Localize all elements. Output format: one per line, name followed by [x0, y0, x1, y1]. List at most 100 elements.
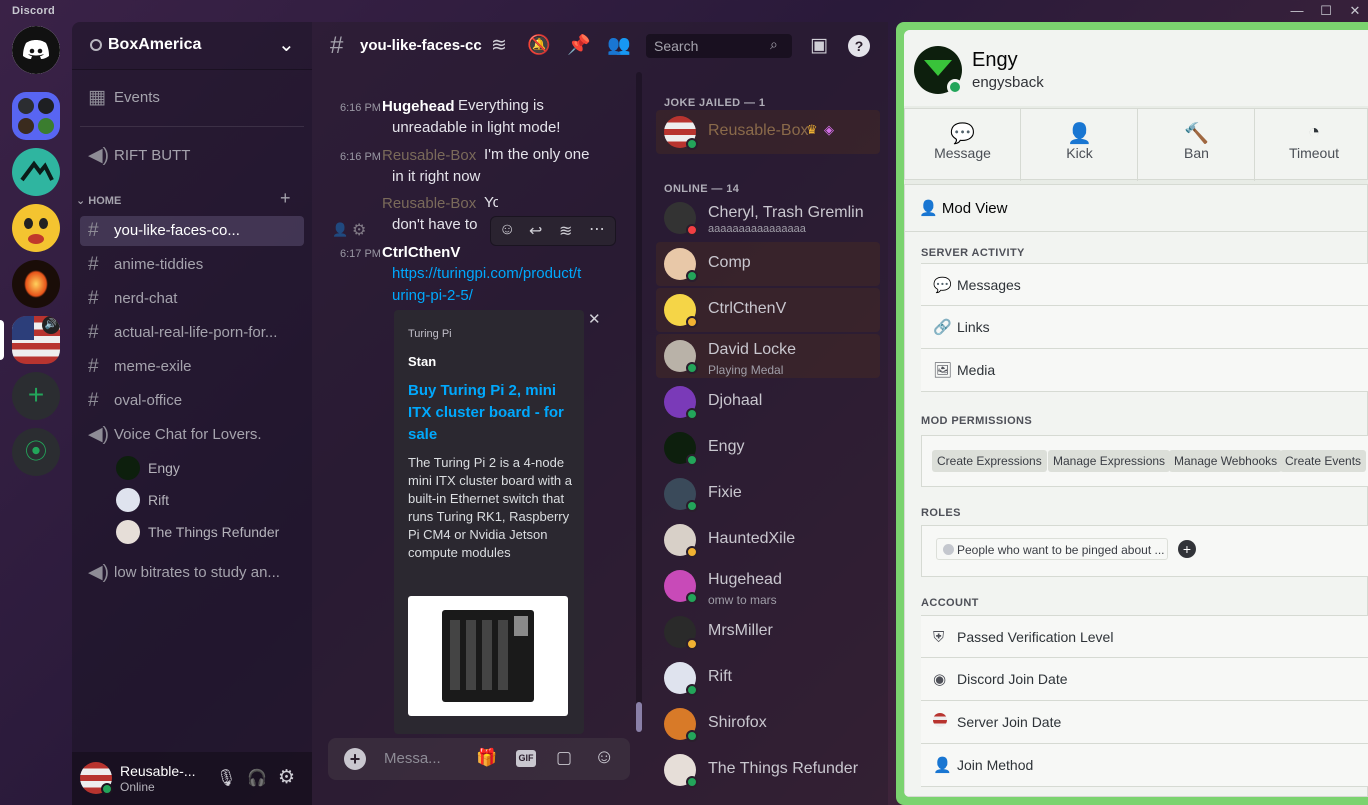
member-comp[interactable]: Comp	[656, 242, 880, 286]
channel-oval-office[interactable]: # oval-office	[80, 386, 304, 416]
member-fixie[interactable]: Fixie	[656, 472, 880, 516]
thread-icon[interactable]: ≋	[559, 221, 572, 241]
microphone-icon[interactable]: 🎙	[216, 768, 236, 788]
gift-icon[interactable]: 🎁	[476, 748, 497, 768]
section-title: SERVER ACTIVITY	[921, 247, 1025, 259]
avatar	[116, 520, 140, 544]
message-button[interactable]: 💬 Message	[905, 109, 1021, 181]
embed-provider[interactable]: Turing Pi	[408, 328, 452, 340]
member-rift[interactable]: Rift	[656, 656, 880, 700]
more-icon[interactable]: ⋯	[589, 219, 605, 239]
sticker-icon[interactable]: ▢	[556, 748, 572, 768]
channel-anime[interactable]: # anime-tiddies	[80, 250, 304, 280]
message-link[interactable]: https://turingpi.com/product/turing-pi-2…	[392, 263, 582, 307]
mod-view-card: 👤 Mod View SERVER ACTIVITY 💬 Messages 🔗 Li…	[904, 184, 1368, 797]
close-icon[interactable]: ✕	[588, 310, 601, 328]
category-home[interactable]: ⌄ HOME	[76, 194, 121, 207]
message-composer[interactable]: + Messa... 🎁 GIF ▢ ☺	[328, 738, 630, 780]
scrollbar-track[interactable]	[636, 72, 642, 732]
channel-you-like-faces[interactable]: # you-like-faces-co...	[80, 216, 304, 246]
server-face-icon[interactable]	[12, 204, 60, 252]
member-hauntedxile[interactable]: HauntedXile	[656, 518, 880, 562]
composer-input[interactable]: Messa...	[384, 750, 441, 767]
gear-icon[interactable]: ⚙	[278, 766, 295, 789]
emoji-icon[interactable]: ☺	[594, 746, 614, 769]
member-mrsmiller[interactable]: MrsMiller	[656, 610, 880, 654]
embed-image[interactable]	[408, 596, 568, 716]
voice-channel-lovers[interactable]: ◀) Voice Chat for Lovers.	[80, 420, 304, 450]
ban-button[interactable]: 🔨 Ban	[1139, 109, 1255, 181]
add-attachment-icon[interactable]: +	[344, 748, 366, 770]
close-window-button[interactable]: ✕	[1340, 2, 1368, 20]
channel-rift-butt[interactable]: ◀) RIFT BUTT	[80, 141, 304, 171]
role-color-dot	[943, 544, 954, 555]
chevron-down-icon[interactable]: ⌄	[278, 32, 295, 57]
headphones-icon[interactable]: 🎧	[247, 768, 267, 788]
message-author[interactable]: CtrlCthenV	[382, 244, 460, 261]
emoji-icon[interactable]: ☺	[499, 221, 515, 239]
maximize-button[interactable]: ☐	[1311, 2, 1341, 20]
server-folder-icon[interactable]	[12, 92, 60, 140]
idle-status-icon	[686, 546, 698, 558]
help-icon[interactable]: ?	[848, 35, 870, 57]
kick-button[interactable]: 👤 Kick	[1022, 109, 1138, 181]
embed-author[interactable]: Stan	[408, 354, 436, 369]
online-status-icon	[686, 592, 698, 604]
account-verification-row[interactable]: ⛨ Passed Verification Level	[921, 615, 1368, 658]
add-role-button[interactable]: +	[1178, 540, 1196, 558]
profile-display-name: Engy	[972, 49, 1018, 71]
minimize-button[interactable]: —	[1282, 2, 1312, 20]
member-david-locke[interactable]: David Locke Playing Medal	[656, 334, 880, 378]
server-boxamerica-icon[interactable]: 🔊	[12, 316, 60, 364]
channel-actual-real[interactable]: # actual-real-life-porn-for...	[80, 318, 304, 348]
member-name: Comp	[708, 254, 751, 271]
member-engy[interactable]: Engy	[656, 426, 880, 470]
member-reusable-box[interactable]: Reusable-Box ♛ ◈	[656, 110, 880, 154]
member-cheryl[interactable]: Cheryl, Trash Gremlin aaaaaaaaaaaaaaaa	[656, 196, 880, 240]
voice-user-rift[interactable]: Rift	[112, 486, 302, 514]
pin-icon[interactable]: 📌	[566, 34, 592, 58]
member-things-refunder[interactable]: The Things Refunder	[656, 748, 880, 792]
timeout-button[interactable]: ◔ Timeout	[1256, 109, 1368, 181]
scrollbar-thumb[interactable]	[636, 702, 642, 732]
activity-media-row[interactable]: 🖼 Media	[921, 349, 1368, 392]
activity-links-row[interactable]: 🔗 Links	[921, 306, 1368, 349]
channel-meme-exile[interactable]: # meme-exile	[80, 352, 304, 382]
member-ctrlcthenv[interactable]: CtrlCthenV	[656, 288, 880, 332]
permission-chip: Create Events	[1280, 450, 1367, 472]
add-server-button[interactable]: +	[12, 372, 60, 420]
channel-label: Voice Chat for Lovers.	[114, 426, 262, 443]
reply-icon[interactable]: ↩	[529, 221, 542, 241]
activity-messages-row[interactable]: 💬 Messages	[921, 263, 1368, 306]
server-rail: 🔊 + ⦿	[0, 22, 72, 805]
server-campfire-icon[interactable]	[12, 260, 60, 308]
account-server-join-row[interactable]: Server Join Date	[921, 701, 1368, 744]
guild-header[interactable]: BoxAmerica ⌄	[72, 22, 312, 70]
embed-title[interactable]: Buy Turing Pi 2, mini ITX cluster board …	[408, 380, 576, 446]
explore-compass-icon[interactable]: ⦿	[12, 428, 60, 476]
server-mountain-icon[interactable]	[12, 148, 60, 196]
account-discord-join-row[interactable]: ◉ Discord Join Date	[921, 658, 1368, 701]
voice-user-engy[interactable]: Engy	[112, 454, 302, 482]
member-hugehead[interactable]: Hugehead omw to mars	[656, 564, 880, 608]
search-input[interactable]: Search ⌕	[646, 34, 792, 58]
notifications-muted-icon[interactable]: 🔕	[526, 34, 552, 58]
gif-icon[interactable]: GIF	[516, 750, 536, 767]
discord-home-button[interactable]	[12, 26, 60, 74]
member-shirofox[interactable]: Shirofox	[656, 702, 880, 746]
account-join-method-row[interactable]: 👤 Join Method	[921, 744, 1368, 787]
online-status-icon	[686, 500, 698, 512]
member-list-icon[interactable]: 👥	[606, 34, 632, 58]
add-channel-icon[interactable]: +	[280, 188, 291, 209]
events-item[interactable]: ▦ Events	[80, 83, 304, 113]
threads-icon[interactable]: ≋	[486, 34, 512, 58]
guild-name: BoxAmerica	[108, 36, 202, 53]
role-chip[interactable]: People who want to be pinged about ...	[936, 538, 1168, 560]
inbox-icon[interactable]: ▣	[806, 34, 832, 58]
voice-user-refunder[interactable]: The Things Refunder	[112, 518, 302, 546]
channel-nerd-chat[interactable]: # nerd-chat	[80, 284, 304, 314]
title-bar: Discord — ☐ ✕	[0, 0, 1368, 22]
member-djohaal[interactable]: Djohaal	[656, 380, 880, 424]
idle-status-icon	[686, 316, 698, 328]
voice-channel-low-bitrates[interactable]: ◀) low bitrates to study an...	[80, 558, 304, 588]
